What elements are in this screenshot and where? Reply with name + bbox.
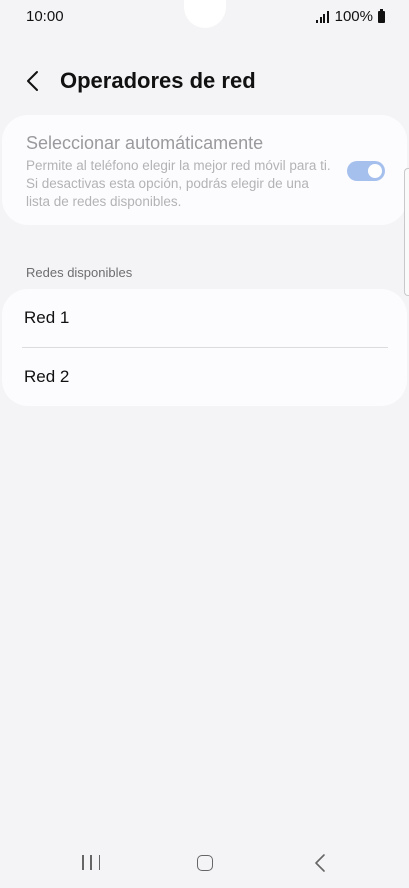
home-icon[interactable] [197,855,213,871]
auto-select-toggle[interactable] [347,161,385,181]
section-label-available-networks: Redes disponibles [26,265,133,280]
status-time: 10:00 [26,8,64,25]
chevron-left-icon[interactable] [22,69,46,93]
camera-notch [184,0,226,28]
app-header: Operadores de red [0,62,409,102]
battery-icon [378,8,385,23]
signal-icon [316,10,329,23]
auto-select-card[interactable]: Seleccionar automáticamente Permite al t… [2,115,407,225]
battery-percentage: 100% [334,8,373,25]
status-icons: 100% [316,8,385,25]
navigation-bar [0,838,409,888]
network-item-label: Red 2 [24,367,70,386]
scroll-handle[interactable] [404,168,409,296]
recents-icon[interactable] [82,855,100,871]
network-item-red-1[interactable]: Red 1 [2,289,407,347]
network-item-label: Red 1 [24,308,70,327]
auto-select-title: Seleccionar automáticamente [26,133,264,153]
back-icon[interactable] [312,853,328,873]
toggle-knob [368,164,382,178]
status-bar: 10:00 100% [0,0,409,34]
networks-list-card: Red 1 Red 2 [2,289,407,406]
page-title: Operadores de red [60,68,256,93]
auto-select-description: Permite al teléfono elegir la mejor red … [26,158,331,209]
network-item-red-2[interactable]: Red 2 [2,348,407,406]
